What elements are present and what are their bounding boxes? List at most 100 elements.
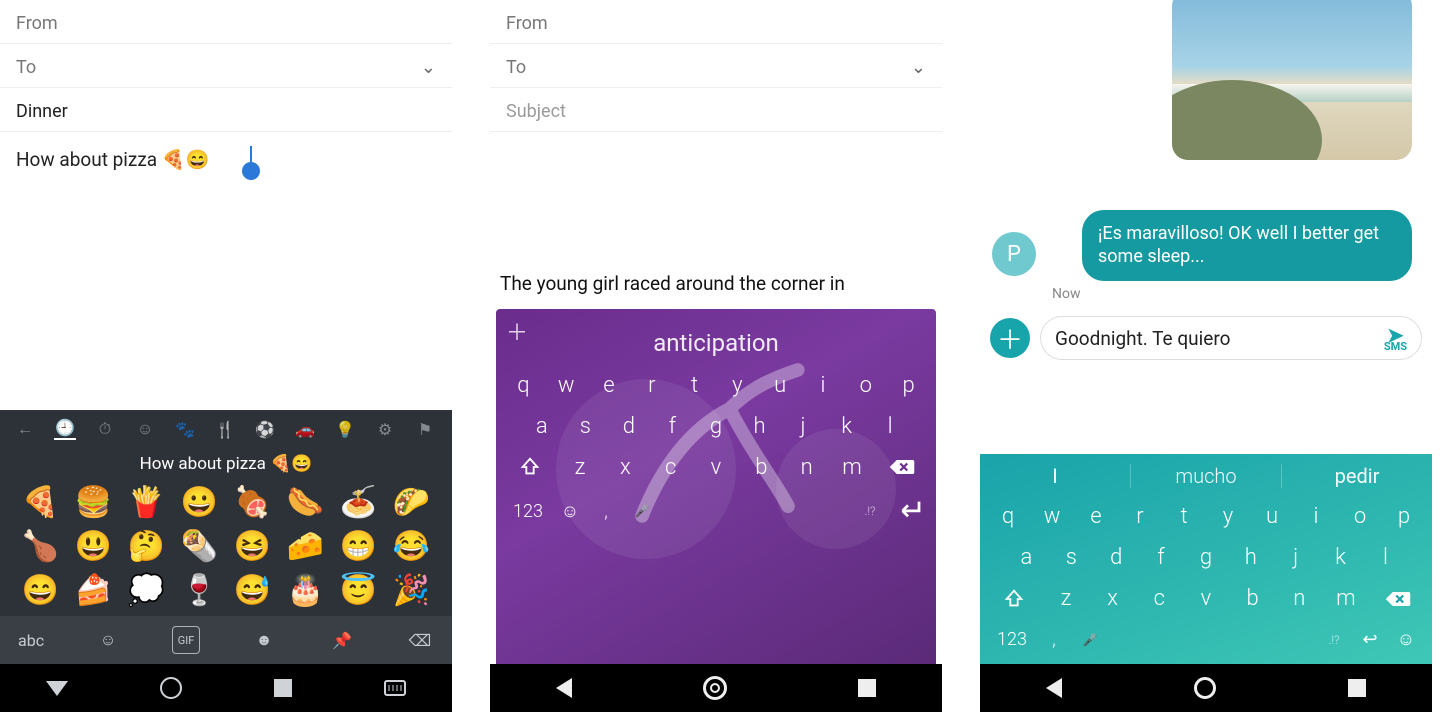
key-j[interactable]: j (785, 414, 821, 439)
sticker-icon[interactable]: ☻ (250, 626, 278, 654)
key-z[interactable]: z (562, 455, 598, 480)
emoji-cell[interactable]: 💭 (120, 576, 173, 606)
nav-back-icon[interactable] (1046, 678, 1062, 698)
key-f[interactable]: f (1143, 545, 1179, 570)
key-g[interactable]: g (698, 414, 734, 439)
key-b[interactable]: b (1235, 586, 1271, 611)
email-body[interactable]: How about pizza 🍕😄 (0, 132, 452, 222)
chevron-down-icon[interactable]: ⌄ (421, 57, 436, 78)
key-s[interactable]: s (1053, 545, 1089, 570)
emoji-cell[interactable]: 😄 (14, 576, 67, 606)
key-e[interactable]: e (591, 373, 627, 398)
key-c[interactable]: c (1141, 586, 1177, 611)
animal-category-icon[interactable]: 🐾 (174, 418, 196, 440)
emoji-cell[interactable]: 😃 (67, 532, 120, 562)
emoji-cell[interactable]: 😂 (385, 532, 438, 562)
key-r[interactable]: r (634, 373, 670, 398)
key-j[interactable]: j (1278, 545, 1314, 570)
activity-category-icon[interactable]: ⚽ (254, 418, 276, 440)
emoji-cell[interactable]: 😇 (332, 576, 385, 606)
emoji-suggestion-bar[interactable]: How about pizza 🍕😄 (0, 448, 452, 484)
key-l[interactable]: l (872, 414, 908, 439)
recent-icon[interactable]: 🕘 (54, 418, 76, 440)
key-n[interactable]: n (1281, 586, 1317, 611)
key-n[interactable]: n (789, 455, 825, 480)
emoji-cell[interactable]: 🤔 (120, 532, 173, 562)
prediction-3[interactable]: pedir (1282, 464, 1432, 488)
nav-recents-icon[interactable] (858, 679, 876, 697)
key-h[interactable]: h (742, 414, 778, 439)
nav-home-icon[interactable] (703, 676, 727, 700)
emoji-cell[interactable]: 🍷 (173, 576, 226, 606)
key-i[interactable]: i (805, 373, 841, 398)
nav-back-icon[interactable] (46, 681, 68, 696)
contact-avatar[interactable]: P (992, 232, 1036, 276)
key-g[interactable]: g (1188, 545, 1224, 570)
key-q[interactable]: q (505, 373, 541, 398)
key-x[interactable]: x (607, 455, 643, 480)
key-y[interactable]: y (1210, 504, 1246, 529)
nav-home-icon[interactable] (160, 677, 182, 699)
emoji-cell[interactable]: 🌯 (173, 532, 226, 562)
to-field[interactable]: To ⌄ (490, 44, 942, 88)
key-w[interactable]: w (548, 373, 584, 398)
enter-key[interactable]: ↩ (1352, 629, 1388, 650)
key-y[interactable]: y (719, 373, 755, 398)
key-q[interactable]: q (990, 504, 1026, 529)
key-c[interactable]: c (653, 455, 689, 480)
emoji-cell[interactable]: 🍖 (226, 488, 279, 518)
from-field[interactable]: From (0, 0, 452, 44)
symbols-category-icon[interactable]: ⚙ (374, 418, 396, 440)
message-input[interactable]: Goodnight. Te quiero ➤SMS (1040, 316, 1422, 360)
emoji-key-icon[interactable]: ☺ (1388, 629, 1424, 650)
emoji-cell[interactable]: 🌮 (385, 488, 438, 518)
emoji-cell[interactable]: 🍗 (14, 532, 67, 562)
comma-key[interactable]: , (588, 501, 624, 522)
nav-recents-icon[interactable] (1348, 679, 1366, 697)
shift-key[interactable] (507, 455, 553, 480)
abc-key[interactable]: abc (18, 631, 44, 650)
key-p[interactable]: p (1386, 504, 1422, 529)
key-t[interactable]: t (1166, 504, 1202, 529)
objects-category-icon[interactable]: 💡 (334, 418, 356, 440)
chevron-down-icon[interactable]: ⌄ (911, 57, 926, 78)
key-a[interactable]: a (1008, 545, 1044, 570)
key-b[interactable]: b (743, 455, 779, 480)
email-body[interactable]: The young girl raced around the corner i… (490, 258, 942, 303)
emoji-cell[interactable]: 🍟 (120, 488, 173, 518)
subject-field[interactable]: Subject (490, 88, 942, 132)
key-p[interactable]: p (891, 373, 927, 398)
enter-key[interactable] (888, 498, 928, 525)
key-l[interactable]: l (1367, 545, 1403, 570)
nav-home-icon[interactable] (1194, 677, 1216, 699)
text-cursor-handle[interactable] (242, 162, 260, 180)
back-arrow-icon[interactable]: ← (14, 418, 36, 440)
backspace-key[interactable] (1375, 586, 1421, 611)
key-z[interactable]: z (1048, 586, 1084, 611)
key-f[interactable]: f (654, 414, 690, 439)
key-v[interactable]: v (698, 455, 734, 480)
numeric-key[interactable]: 123 (504, 501, 552, 522)
punctuation-key[interactable]: .!? (1316, 633, 1352, 647)
punctuation-key[interactable]: .!? (852, 504, 888, 518)
key-a[interactable]: a (524, 414, 560, 439)
chat-image-attachment[interactable] (1172, 0, 1412, 160)
subject-field[interactable]: Dinner (0, 88, 452, 132)
key-x[interactable]: x (1095, 586, 1131, 611)
emoji-cell[interactable]: 🍔 (67, 488, 120, 518)
key-e[interactable]: e (1078, 504, 1114, 529)
key-o[interactable]: o (1342, 504, 1378, 529)
send-sms-button[interactable]: ➤SMS (1384, 325, 1407, 352)
emoji-cell[interactable]: 🍝 (332, 488, 385, 518)
emoji-cell[interactable]: 😁 (332, 532, 385, 562)
emoji-key-icon[interactable]: ☺ (552, 501, 588, 522)
to-field[interactable]: To ⌄ (0, 44, 452, 88)
pin-icon[interactable]: 📌 (328, 626, 356, 654)
food-category-icon[interactable]: 🍴 (214, 418, 236, 440)
key-r[interactable]: r (1122, 504, 1158, 529)
key-m[interactable]: m (1328, 586, 1364, 611)
prediction-1[interactable]: I (980, 464, 1130, 488)
from-field[interactable]: From (490, 0, 942, 44)
numeric-key[interactable]: 123 (988, 629, 1036, 650)
key-t[interactable]: t (677, 373, 713, 398)
